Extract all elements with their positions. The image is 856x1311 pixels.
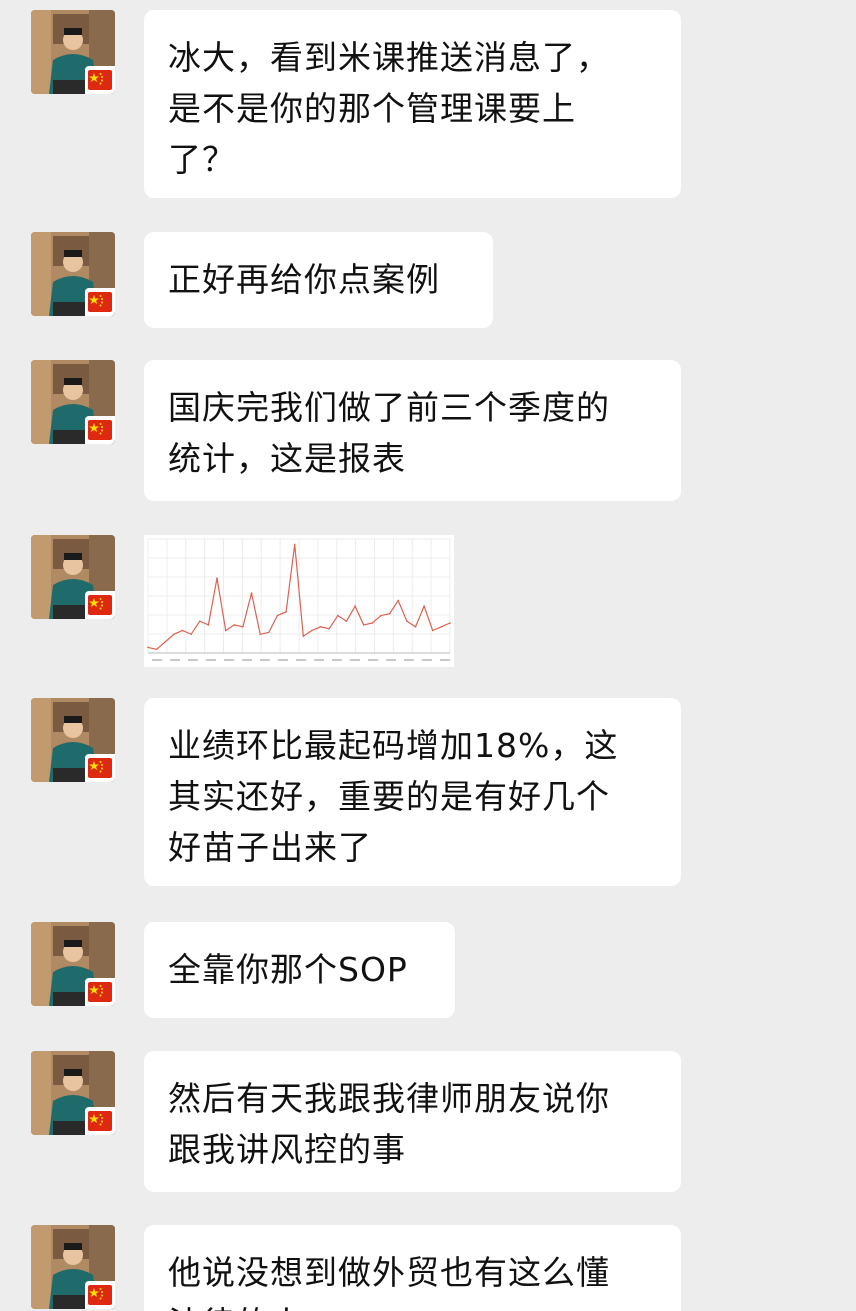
data-point — [328, 627, 330, 630]
data-point — [406, 620, 408, 622]
data-point — [259, 633, 261, 636]
message-bubble[interactable]: 然后有天我跟我律师朋友说你 跟我讲风控的事 — [144, 1051, 681, 1192]
x-tick-label — [152, 659, 162, 661]
x-tick-label — [386, 659, 396, 661]
data-point — [216, 577, 218, 579]
avatar[interactable] — [31, 535, 115, 619]
line-chart — [147, 538, 451, 661]
china-flag-icon — [85, 591, 115, 619]
data-point — [362, 624, 365, 626]
china-flag-icon — [85, 66, 115, 94]
avatar[interactable] — [31, 1225, 115, 1309]
data-point — [311, 629, 313, 632]
data-point — [371, 622, 374, 624]
data-point — [449, 622, 451, 624]
avatar[interactable] — [31, 360, 115, 444]
data-point — [302, 635, 305, 637]
data-point — [431, 629, 434, 632]
message-bubble[interactable]: 他说没想到做外贸也有这么懂 法律的人 — [144, 1225, 681, 1311]
message-bubble[interactable]: 全靠你那个SOP — [144, 922, 455, 1018]
data-point — [397, 599, 400, 602]
chat-screen: { "messages": [ { "text": "冰大，看到米课推送消息了，… — [0, 0, 856, 1311]
avatar[interactable] — [31, 232, 115, 316]
x-tick-label — [440, 659, 450, 661]
china-flag-icon — [85, 978, 115, 1006]
message-bubble[interactable]: 国庆完我们做了前三个季度的 统计，这是报表 — [144, 360, 681, 501]
data-point — [414, 625, 417, 628]
data-point — [207, 624, 210, 626]
x-tick-label — [296, 659, 306, 661]
message-bubble[interactable]: 冰大，看到米课推送消息了， 是不是你的那个管理课要上 了？ — [144, 10, 681, 198]
data-point — [285, 611, 287, 613]
x-tick-label — [242, 659, 252, 661]
data-point — [354, 605, 356, 608]
china-flag-icon — [85, 1281, 115, 1309]
data-point — [337, 614, 339, 617]
data-point — [164, 640, 167, 643]
x-tick-label — [188, 659, 198, 661]
x-tick-label — [332, 659, 342, 661]
x-tick-label — [368, 659, 378, 661]
x-tick-label — [422, 659, 432, 661]
data-point — [319, 625, 322, 628]
message-bubble[interactable]: 正好再给你点案例 — [144, 232, 493, 328]
data-point — [440, 625, 443, 628]
avatar[interactable] — [31, 922, 115, 1006]
avatar[interactable] — [31, 10, 115, 94]
data-point — [198, 620, 201, 622]
x-tick-label — [314, 659, 324, 661]
x-tick-label — [404, 659, 414, 661]
data-point — [190, 633, 192, 636]
x-tick-label — [224, 659, 234, 661]
avatar[interactable] — [31, 698, 115, 782]
data-point — [155, 648, 158, 651]
x-tick-label — [170, 659, 180, 661]
data-point — [181, 629, 184, 632]
data-point — [173, 633, 175, 636]
x-tick-label — [278, 659, 288, 661]
x-tick-label — [350, 659, 360, 661]
data-point — [224, 629, 227, 632]
data-point — [147, 646, 149, 649]
china-flag-icon — [85, 416, 115, 444]
data-point — [242, 625, 244, 628]
data-point — [250, 592, 253, 594]
x-tick-label — [206, 659, 216, 661]
data-point — [388, 612, 391, 615]
avatar[interactable] — [31, 1051, 115, 1135]
china-flag-icon — [85, 754, 115, 782]
china-flag-icon — [85, 288, 115, 316]
data-point — [233, 624, 236, 626]
data-point — [293, 543, 296, 546]
chart-image[interactable] — [144, 535, 454, 667]
data-point — [345, 620, 348, 622]
data-point — [423, 605, 425, 608]
message-bubble[interactable]: 业绩环比最起码增加18%，这 其实还好，重要的是有好几个 好苗子出来了 — [144, 698, 681, 886]
data-point — [276, 614, 279, 617]
data-point — [268, 631, 270, 634]
data-point — [380, 614, 382, 617]
china-flag-icon — [85, 1107, 115, 1135]
x-tick-label — [260, 659, 270, 661]
